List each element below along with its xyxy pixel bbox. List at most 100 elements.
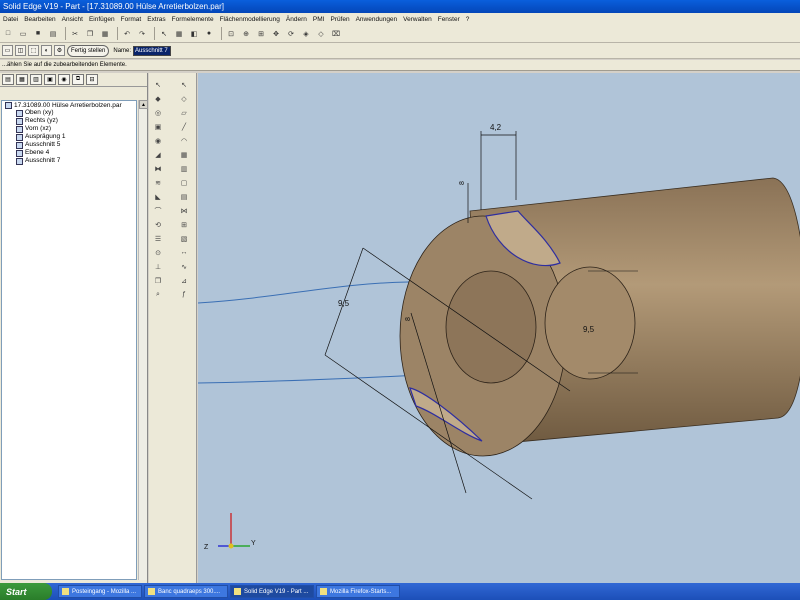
plane-step-icon[interactable]: ◫ <box>15 45 26 56</box>
menu-anwendungen[interactable]: Anwendungen <box>356 16 398 23</box>
tree-root[interactable]: 17.31089.00 Hülse Arretierbolzen.par <box>2 102 136 109</box>
tree-item[interactable]: Ausschnitt 5 <box>2 141 136 149</box>
menu-pruefen[interactable]: Prüfen <box>330 16 349 23</box>
menu-pmi[interactable]: PMI <box>313 16 325 23</box>
view-icon[interactable]: ◧ <box>188 28 200 40</box>
menu-extras[interactable]: Extras <box>147 16 165 23</box>
menu-bearbeiten[interactable]: Bearbeiten <box>24 16 55 23</box>
redo-icon[interactable]: ↷ <box>136 28 148 40</box>
tree-item[interactable]: Vorn (xz) <box>2 125 136 133</box>
mirror-tool-icon[interactable]: ⧓ <box>152 163 164 174</box>
menu-aendern[interactable]: Ändern <box>286 16 307 23</box>
rotate-icon[interactable]: ⟳ <box>285 28 297 40</box>
relate-tool-icon[interactable]: ⊥ <box>152 261 164 272</box>
lip-tool-icon[interactable]: ▤ <box>178 191 190 202</box>
menu-datei[interactable]: Datei <box>3 16 18 23</box>
shell-tool-icon[interactable]: ▢ <box>178 177 190 188</box>
menu-help[interactable]: ? <box>466 16 470 23</box>
tree-scrollbar[interactable]: ▲ <box>138 100 148 580</box>
tree-item[interactable]: Ebene 4 <box>2 149 136 157</box>
extent-step-icon[interactable]: ⬚ <box>28 45 39 56</box>
select-arrow-icon[interactable]: ↖ <box>178 79 190 90</box>
menu-fenster[interactable]: Fenster <box>438 16 460 23</box>
inspect-tool-icon[interactable]: ⌕ <box>152 289 164 300</box>
new-icon[interactable]: □ <box>2 28 14 40</box>
save-icon[interactable]: ■ <box>32 28 44 40</box>
variables-tab[interactable]: ⊟ <box>86 74 98 85</box>
finish-button[interactable]: Fertig stellen <box>67 44 110 57</box>
family-tab[interactable]: ▥ <box>30 74 42 85</box>
measure-tool-icon[interactable]: ⊿ <box>178 275 190 286</box>
side-step-icon[interactable]: ◐ <box>41 45 52 56</box>
tree-item[interactable]: Ausschnitt 7 <box>2 157 136 165</box>
menu-verwalten[interactable]: Verwalten <box>403 16 432 23</box>
taskbar-item[interactable]: Banc quadraeps 300.... <box>144 585 228 598</box>
pan-icon[interactable]: ✥ <box>270 28 282 40</box>
part-3d-view[interactable]: 4,2 8 9,5 8 9,5 Z Y <box>198 73 800 583</box>
rib-tool-icon[interactable]: ▥ <box>178 163 190 174</box>
options-icon[interactable]: ⚙ <box>54 45 65 56</box>
print-icon[interactable]: ▤ <box>47 28 59 40</box>
part-copy-icon[interactable]: ❐ <box>152 275 164 286</box>
select-icon[interactable]: ↖ <box>158 28 170 40</box>
chamfer-tool-icon[interactable]: ◢ <box>152 149 164 160</box>
grid-icon[interactable]: ▦ <box>173 28 185 40</box>
hole-tool-icon[interactable]: ◉ <box>152 135 164 146</box>
menu-format[interactable]: Format <box>121 16 142 23</box>
dimension-label[interactable]: 9,5 <box>338 299 350 308</box>
model-viewport[interactable]: 4,2 8 9,5 8 9,5 Z Y <box>198 73 800 583</box>
menu-formelemente[interactable]: Formelemente <box>172 16 214 23</box>
curve-tool-icon[interactable]: ∿ <box>178 261 190 272</box>
line-tool-icon[interactable]: ╱ <box>178 121 190 132</box>
menu-flaechenmodellierung[interactable]: Flächenmodellierung <box>220 16 280 23</box>
fit-icon[interactable]: ⊞ <box>255 28 267 40</box>
menu-einfuegen[interactable]: Einfügen <box>89 16 115 23</box>
revolve-tool-icon[interactable]: ◎ <box>152 107 164 118</box>
scroll-up-icon[interactable]: ▲ <box>139 100 148 109</box>
layers-tab[interactable]: ▦ <box>16 74 28 85</box>
draft-tool-icon[interactable]: ◣ <box>152 191 164 202</box>
sphere-icon[interactable]: ● <box>203 28 215 40</box>
dimension-tool-icon[interactable]: ↔ <box>178 247 190 258</box>
shading-icon[interactable]: ◈ <box>300 28 312 40</box>
feature-pathfinder-tab[interactable]: ▤ <box>2 74 14 85</box>
section-icon[interactable]: ⌧ <box>330 28 342 40</box>
variables-tool-icon[interactable]: ƒ <box>178 289 190 300</box>
start-button[interactable]: Start <box>0 583 52 600</box>
sensor-tab[interactable]: ◉ <box>58 74 70 85</box>
emboss-tool-icon[interactable]: ▧ <box>178 233 190 244</box>
taskbar-item[interactable]: Solid Edge V19 - Part ... <box>230 585 314 598</box>
sweep-tool-icon[interactable]: ⌒ <box>152 205 164 216</box>
tree-item[interactable]: Ausprägung 1 <box>2 133 136 141</box>
plane-tool-icon[interactable]: ▱ <box>178 107 190 118</box>
cut-icon[interactable]: ✂ <box>69 28 81 40</box>
helix-tool-icon[interactable]: ⟲ <box>152 219 164 230</box>
mounting-boss-icon[interactable]: ⊙ <box>152 247 164 258</box>
features-tab[interactable]: ⧉ <box>72 74 84 85</box>
pattern-tool-icon[interactable]: ▦ <box>178 149 190 160</box>
dimension-label[interactable]: 9,5 <box>583 325 595 334</box>
web-tool-icon[interactable]: ⊞ <box>178 219 190 230</box>
tree-item[interactable]: Oben (xy) <box>2 109 136 117</box>
paste-icon[interactable]: ▦ <box>99 28 111 40</box>
zoom-area-icon[interactable]: ⊡ <box>225 28 237 40</box>
center-bore[interactable] <box>445 270 537 384</box>
select-tool-icon[interactable]: ↖ <box>152 79 164 90</box>
wireframe-icon[interactable]: ◇ <box>315 28 327 40</box>
copy-icon[interactable]: ❐ <box>84 28 96 40</box>
library-tab[interactable]: ▣ <box>44 74 56 85</box>
menu-ansicht[interactable]: Ansicht <box>62 16 83 23</box>
protrusion-tool-icon[interactable]: ◆ <box>152 93 164 104</box>
zoom-icon[interactable]: ⊕ <box>240 28 252 40</box>
name-field[interactable]: Ausschnitt 7 <box>133 45 172 56</box>
vent-tool-icon[interactable]: ☰ <box>152 233 164 244</box>
side-bore[interactable] <box>544 266 636 380</box>
tree-item[interactable]: Rechts (yz) <box>2 117 136 125</box>
dimension-label[interactable]: 8 <box>405 317 412 321</box>
loft-tool-icon[interactable]: ⋈ <box>178 205 190 216</box>
profile-step-icon[interactable]: ▭ <box>2 45 13 56</box>
dimension-label[interactable]: 8 <box>459 181 466 185</box>
dimension-label[interactable]: 4,2 <box>490 123 502 132</box>
cutout-tool-icon[interactable]: ▣ <box>152 121 164 132</box>
thread-tool-icon[interactable]: ≋ <box>152 177 164 188</box>
